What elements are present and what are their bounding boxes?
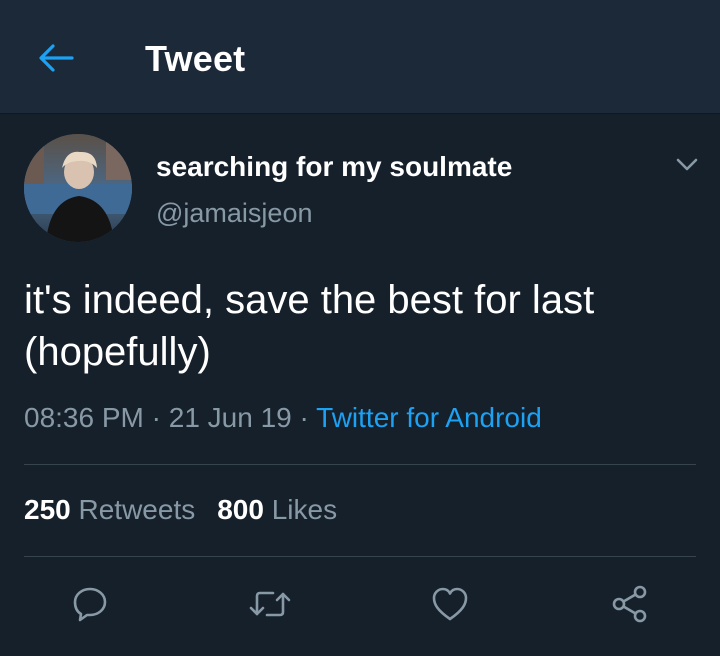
tweet-source-link[interactable]: Twitter for Android bbox=[316, 402, 542, 433]
tweet-meta: 08:36 PM · 21 Jun 19 · Twitter for Andro… bbox=[24, 402, 542, 434]
chevron-down-icon bbox=[675, 157, 699, 173]
meta-separator: · bbox=[299, 402, 309, 433]
tweet-date: 21 Jun 19 bbox=[168, 402, 292, 433]
avatar[interactable] bbox=[24, 134, 132, 242]
tweet-text-line: (hopefully) bbox=[24, 330, 211, 374]
like-icon bbox=[430, 585, 470, 623]
tweet-text: it's indeed, save the best for last (hop… bbox=[24, 274, 704, 378]
divider bbox=[24, 556, 696, 557]
retweets-stat[interactable]: 250 Retweets bbox=[24, 494, 195, 525]
retweets-label: Retweets bbox=[78, 494, 196, 525]
reply-icon bbox=[70, 584, 110, 624]
top-bar: Tweet bbox=[0, 0, 720, 114]
tweet-text-line: it's indeed, save the best for last bbox=[24, 278, 595, 322]
reply-button[interactable] bbox=[68, 582, 112, 626]
share-button[interactable] bbox=[608, 582, 652, 626]
display-name[interactable]: searching for my soulmate bbox=[156, 151, 512, 183]
user-handle[interactable]: @jamaisjeon bbox=[156, 198, 312, 229]
like-button[interactable] bbox=[428, 582, 472, 626]
likes-label: Likes bbox=[271, 494, 338, 525]
page-title: Tweet bbox=[145, 38, 246, 79]
retweet-icon bbox=[248, 584, 292, 624]
meta-separator: · bbox=[151, 402, 161, 433]
likes-stat[interactable]: 800 Likes bbox=[217, 494, 337, 525]
divider bbox=[24, 464, 696, 465]
retweets-count: 250 bbox=[24, 494, 71, 525]
back-button[interactable] bbox=[36, 40, 76, 76]
likes-count: 800 bbox=[217, 494, 264, 525]
arrow-left-icon bbox=[38, 43, 74, 73]
share-icon bbox=[609, 583, 651, 625]
retweet-button[interactable] bbox=[248, 582, 292, 626]
more-options-button[interactable] bbox=[670, 150, 704, 180]
engagement-stats: 250 Retweets 800 Likes bbox=[24, 494, 337, 526]
tweet-time: 08:36 PM bbox=[24, 402, 144, 433]
